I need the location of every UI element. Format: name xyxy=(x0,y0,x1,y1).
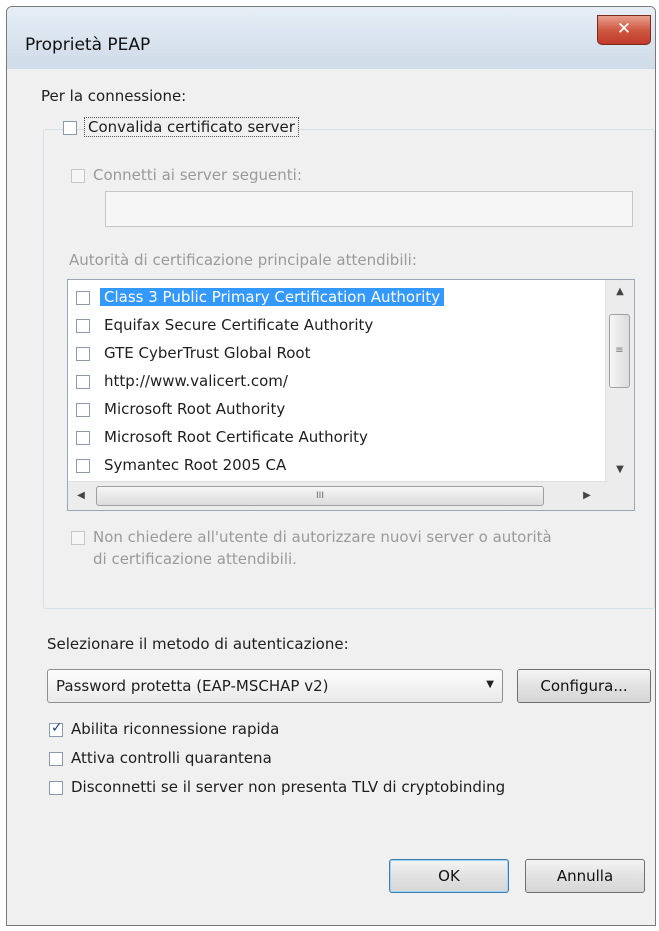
configure-button[interactable]: Configura... xyxy=(517,669,651,703)
scroll-left-icon[interactable]: ◀ xyxy=(70,482,92,510)
dialog-title: Proprietà PEAP xyxy=(25,35,151,55)
list-item[interactable]: GTE CyberTrust Global Root xyxy=(68,339,598,367)
server-names-input[interactable] xyxy=(105,191,633,227)
list-item-checkbox[interactable] xyxy=(76,403,90,417)
close-button[interactable]: ✕ xyxy=(597,15,651,45)
vertical-scrollbar[interactable]: ▲ ≡ ▼ xyxy=(605,280,634,482)
scroll-up-icon[interactable]: ▲ xyxy=(606,282,634,302)
list-item-checkbox[interactable] xyxy=(76,347,90,361)
horizontal-scroll-thumb[interactable]: III xyxy=(96,486,544,506)
list-item-checkbox[interactable] xyxy=(76,459,90,473)
no-prompt-checkbox[interactable] xyxy=(71,531,85,545)
list-item-checkbox[interactable] xyxy=(76,319,90,333)
ok-button[interactable]: OK xyxy=(389,859,509,893)
list-item[interactable]: http://www.valicert.com/ xyxy=(68,367,598,395)
title-bar: Proprietà PEAP ✕ xyxy=(7,7,655,70)
scrollbar-corner xyxy=(606,482,634,510)
trusted-ca-label: Autorità di certificazione principale at… xyxy=(69,251,417,269)
list-item[interactable]: Symantec Root 2005 CA xyxy=(68,451,598,479)
list-item-label: GTE CyberTrust Global Root xyxy=(104,344,311,362)
quarantine-checks-label: Attiva controlli quarantena xyxy=(71,749,272,767)
list-item-label: http://www.valicert.com/ xyxy=(104,372,288,390)
scroll-down-icon[interactable]: ▼ xyxy=(606,460,634,480)
list-item-checkbox[interactable] xyxy=(76,431,90,445)
validate-cert-label[interactable]: Convalida certificato server xyxy=(84,117,299,137)
list-item-label: Class 3 Public Primary Certification Aut… xyxy=(100,288,445,306)
dialog-body: Per la connessione: Convalida certificat… xyxy=(7,69,655,925)
list-item[interactable]: Equifax Secure Certificate Authority xyxy=(68,311,598,339)
list-item-label: Microsoft Root Certificate Authority xyxy=(104,428,368,446)
auth-method-value: Password protetta (EAP-MSCHAP v2) xyxy=(56,677,329,695)
no-prompt-label-line2: di certificazione attendibili. xyxy=(93,550,297,568)
list-item[interactable]: Class 3 Public Primary Certification Aut… xyxy=(68,283,598,311)
list-item-label: Equifax Secure Certificate Authority xyxy=(104,316,374,334)
connect-servers-checkbox[interactable] xyxy=(71,169,85,183)
grip-icon: ≡ xyxy=(615,345,624,356)
connect-servers-label: Connetti ai server seguenti: xyxy=(93,166,302,184)
close-icon: ✕ xyxy=(616,19,632,39)
validate-cert-checkbox[interactable] xyxy=(63,121,77,135)
auth-method-select[interactable]: Password protetta (EAP-MSCHAP v2) ▼ xyxy=(47,669,503,703)
list-item-checkbox[interactable] xyxy=(76,291,90,305)
list-item[interactable]: Microsoft Root Authority xyxy=(68,395,598,423)
cryptobinding-checkbox[interactable] xyxy=(49,781,63,795)
peap-properties-dialog: Proprietà PEAP ✕ Per la connessione: Con… xyxy=(6,6,656,926)
horizontal-scrollbar[interactable]: ◀ III ▶ xyxy=(68,481,608,510)
no-prompt-label-line1: Non chiedere all'utente di autorizzare n… xyxy=(93,528,552,546)
connection-section-label: Per la connessione: xyxy=(41,87,187,105)
list-item-checkbox[interactable] xyxy=(76,375,90,389)
list-item-label: Symantec Root 2005 CA xyxy=(104,456,287,474)
quarantine-checks-checkbox[interactable] xyxy=(49,752,63,766)
vertical-scroll-thumb[interactable]: ≡ xyxy=(609,314,630,388)
trusted-ca-list[interactable]: Class 3 Public Primary Certification Aut… xyxy=(67,279,635,511)
chevron-down-icon: ▼ xyxy=(486,679,494,690)
list-item[interactable]: Microsoft Root Certificate Authority xyxy=(68,423,598,451)
auth-method-label: Selezionare il metodo di autenticazione: xyxy=(47,635,349,653)
cryptobinding-label: Disconnetti se il server non presenta TL… xyxy=(71,778,506,796)
fast-reconnect-checkbox[interactable] xyxy=(49,720,63,737)
list-item-label: Microsoft Root Authority xyxy=(104,400,286,418)
fast-reconnect-label: Abilita riconnessione rapida xyxy=(71,720,280,738)
scroll-right-icon[interactable]: ▶ xyxy=(576,482,598,510)
grip-icon: III xyxy=(316,491,324,501)
cancel-button[interactable]: Annulla xyxy=(525,859,645,893)
